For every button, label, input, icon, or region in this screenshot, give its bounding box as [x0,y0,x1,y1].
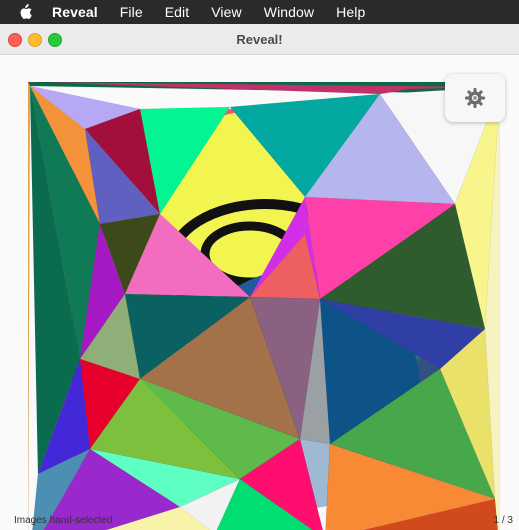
menu-bar: Reveal File Edit View Window Help [0,0,519,24]
app-window: Reveal! Images hand-selected 1 / 3 [0,26,519,530]
menu-window[interactable]: Window [264,4,314,20]
apple-logo-icon[interactable] [16,4,34,20]
menu-view[interactable]: View [211,4,242,20]
settings-button[interactable] [445,74,505,122]
reveal-canvas[interactable] [0,55,519,530]
status-text-selection: Images hand-selected [14,515,113,526]
menu-file[interactable]: File [120,4,143,20]
gear-icon [465,88,485,108]
title-bar[interactable]: Reveal! [0,26,519,55]
triangle-mosaic[interactable] [0,55,519,530]
menu-edit[interactable]: Edit [165,4,190,20]
window-title: Reveal! [236,32,283,47]
menu-help[interactable]: Help [336,4,365,20]
menu-reveal[interactable]: Reveal [52,4,98,20]
status-page-counter: 1 / 3 [493,515,513,526]
mosaic-triangles [28,82,500,530]
